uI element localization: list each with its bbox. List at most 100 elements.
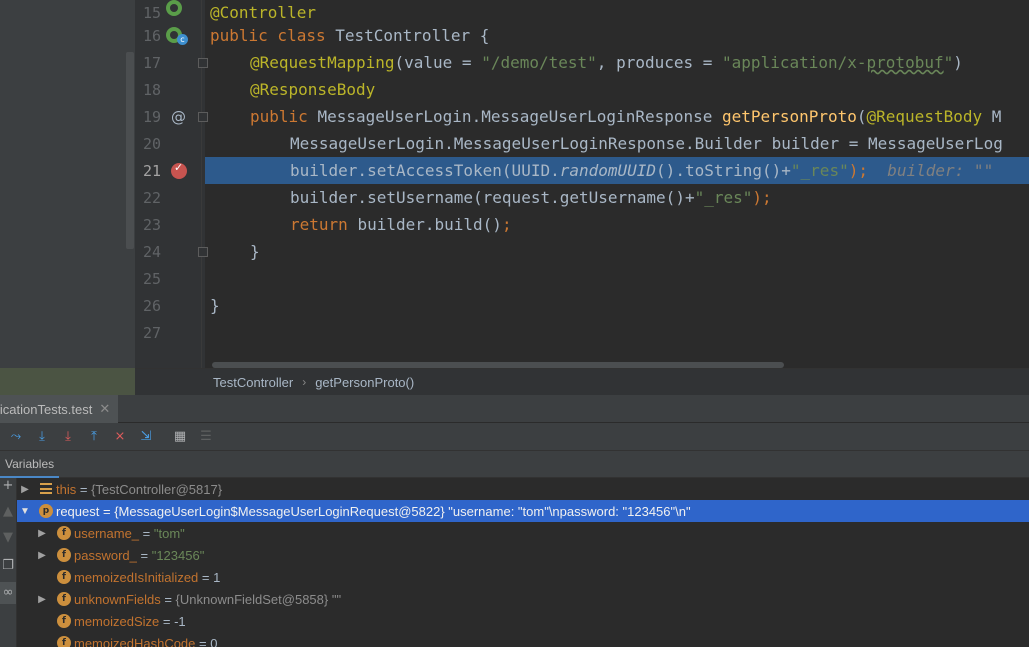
debug-session-tabbar: licationTests.test ✕ xyxy=(0,395,1029,423)
debug-tool-window: licationTests.test ✕ ⤳ ⤓ ⤓ ⤒ ⨯ ⇲ ▦ ☰ Var… xyxy=(0,395,1029,647)
variable-text: password_ = "123456" xyxy=(74,547,205,563)
line-number: 20 xyxy=(142,135,161,153)
run-to-cursor-icon[interactable]: ⇲ xyxy=(138,429,154,445)
variables-side-toolbar: + ▲ ▼ ❐ ∞ xyxy=(0,478,17,647)
step-into-icon[interactable]: ⤓ xyxy=(60,429,76,445)
line-number: 27 xyxy=(142,324,161,342)
variable-row[interactable]: ▶ f unknownFields = {UnknownFieldSet@585… xyxy=(17,588,1029,610)
copy-icon[interactable]: ❐ xyxy=(0,558,16,573)
evaluate-expression-icon[interactable]: ▦ xyxy=(172,429,188,445)
field-icon: f xyxy=(57,548,71,562)
tab-variables[interactable]: Variables xyxy=(0,452,60,478)
debug-toolbar: ⤳ ⤓ ⤓ ⤒ ⨯ ⇲ ▦ ☰ xyxy=(0,423,1029,451)
parameter-icon: p xyxy=(39,504,53,518)
chevron-right-icon[interactable]: ▶ xyxy=(36,550,48,561)
step-out-icon[interactable]: ⤒ xyxy=(86,429,102,445)
code-line-17[interactable]: 17 @RequestMapping(value = "/demo/test",… xyxy=(0,50,1029,77)
line-number: 22 xyxy=(142,189,161,207)
code-text: @Controller xyxy=(210,3,316,22)
breadcrumb-method[interactable]: getPersonProto() xyxy=(315,375,414,390)
trace-icon[interactable]: ☰ xyxy=(198,429,214,445)
line-number: 26 xyxy=(142,297,161,315)
variable-text: this = {TestController@5817} xyxy=(56,481,223,497)
variable-text: unknownFields = {UnknownFieldSet@5858} "… xyxy=(74,591,342,607)
variable-text: request = {MessageUserLogin$MessageUserL… xyxy=(56,503,691,519)
variable-text: memoizedHashCode = 0 xyxy=(74,635,218,647)
field-icon: f xyxy=(57,636,71,647)
breakpoint-icon[interactable] xyxy=(171,161,187,179)
add-watch-icon[interactable]: + xyxy=(0,478,16,493)
line-number: 24 xyxy=(142,243,161,261)
frames-variables-header: Variables xyxy=(0,452,1029,478)
field-icon: f xyxy=(57,570,71,584)
code-line-27[interactable]: 27 xyxy=(0,320,1029,347)
chevron-right-icon[interactable]: ▶ xyxy=(36,594,48,605)
project-panel-footer xyxy=(0,368,135,395)
variable-text: username_ = "tom" xyxy=(74,525,185,541)
watches-glasses-icon[interactable]: ∞ xyxy=(0,582,16,604)
show-execution-point-icon[interactable]: ⤳ xyxy=(8,429,24,445)
variable-row[interactable]: ▶ f password_ = "123456" xyxy=(17,544,1029,566)
code-text: @RequestMapping(value = "/demo/test", pr… xyxy=(250,53,963,72)
code-line-21[interactable]: 21 builder.setAccessToken(UUID.randomUUI… xyxy=(0,158,1029,185)
code-line-23[interactable]: 23 return builder.build(); xyxy=(0,212,1029,239)
line-number: 18 xyxy=(142,81,161,99)
code-text: builder.setUsername(request.getUsername(… xyxy=(290,188,772,207)
line-number: 23 xyxy=(142,216,161,234)
chevron-right-icon[interactable]: ▶ xyxy=(19,484,31,495)
code-line-19[interactable]: 19 @ public MessageUserLogin.MessageUser… xyxy=(0,104,1029,131)
code-line-26[interactable]: 26 } xyxy=(0,293,1029,320)
session-tab-label: licationTests.test xyxy=(0,401,93,417)
arrow-down-icon[interactable]: ▼ xyxy=(0,530,16,545)
variable-row[interactable]: ▶ f username_ = "tom" xyxy=(17,522,1029,544)
code-text: @ResponseBody xyxy=(250,80,376,99)
code-text: } xyxy=(210,296,220,315)
code-line-20[interactable]: 20 MessageUserLogin.MessageUserLoginResp… xyxy=(0,131,1029,158)
spring-bean-icon[interactable] xyxy=(166,0,182,16)
line-number: 16 xyxy=(142,27,161,45)
code-line-24[interactable]: 24 } xyxy=(0,239,1029,266)
code-text: return builder.build(); xyxy=(290,215,512,234)
code-line-16[interactable]: 16 c public class TestController { xyxy=(0,23,1029,50)
code-line-25[interactable]: 25 xyxy=(0,266,1029,293)
field-icon: f xyxy=(57,614,71,628)
code-text: public class TestController { xyxy=(210,26,490,45)
code-text: public MessageUserLogin.MessageUserLogin… xyxy=(250,107,1002,126)
code-line-22[interactable]: 22 builder.setUsername(request.getUserna… xyxy=(0,185,1029,212)
variable-row-selected[interactable]: ▼ p request = {MessageUserLogin$MessageU… xyxy=(17,500,1029,522)
variables-tab-label: Variables xyxy=(5,457,55,471)
drop-frame-icon[interactable]: ⨯ xyxy=(112,429,128,445)
fold-marker-icon[interactable] xyxy=(198,247,208,257)
line-number: 19 xyxy=(142,108,161,126)
variable-row[interactable]: f memoizedHashCode = 0 xyxy=(17,632,1029,647)
line-number: 21 xyxy=(142,162,161,180)
variable-row[interactable]: ▶ this = {TestController@5817} xyxy=(17,478,1029,500)
breadcrumb-class[interactable]: TestController xyxy=(213,375,293,390)
class-badge-icon: c xyxy=(177,34,188,45)
variable-row[interactable]: f memoizedIsInitialized = 1 xyxy=(17,566,1029,588)
at-annotation-icon[interactable]: @ xyxy=(171,108,186,126)
variable-row[interactable]: f memoizedSize = -1 xyxy=(17,610,1029,632)
field-icon: f xyxy=(57,592,71,606)
variables-tree[interactable]: ▶ this = {TestController@5817} ▼ p reque… xyxy=(17,478,1029,647)
arrow-up-icon[interactable]: ▲ xyxy=(0,504,16,519)
object-lines-icon xyxy=(40,483,52,494)
chevron-down-icon[interactable]: ▼ xyxy=(19,506,31,517)
code-text: builder.setAccessToken(UUID.randomUUID()… xyxy=(290,161,994,180)
field-icon: f xyxy=(57,526,71,540)
code-text: } xyxy=(250,242,260,261)
variable-text: memoizedIsInitialized = 1 xyxy=(74,569,221,585)
code-text: MessageUserLogin.MessageUserLoginRespons… xyxy=(290,134,1003,153)
chevron-right-icon: › xyxy=(302,375,307,389)
tab-debug-session[interactable]: licationTests.test ✕ xyxy=(0,395,119,423)
step-over-icon[interactable]: ⤓ xyxy=(34,429,50,445)
fold-marker-icon[interactable] xyxy=(198,58,208,68)
close-icon[interactable]: ✕ xyxy=(99,402,110,417)
fold-marker-icon[interactable] xyxy=(198,112,208,122)
breadcrumb: TestController › getPersonProto() xyxy=(135,368,1029,395)
line-number: 17 xyxy=(142,54,161,72)
line-number: 25 xyxy=(142,270,161,288)
chevron-right-icon[interactable]: ▶ xyxy=(36,528,48,539)
code-line-18[interactable]: 18 @ResponseBody xyxy=(0,77,1029,104)
variable-text: memoizedSize = -1 xyxy=(74,613,186,629)
